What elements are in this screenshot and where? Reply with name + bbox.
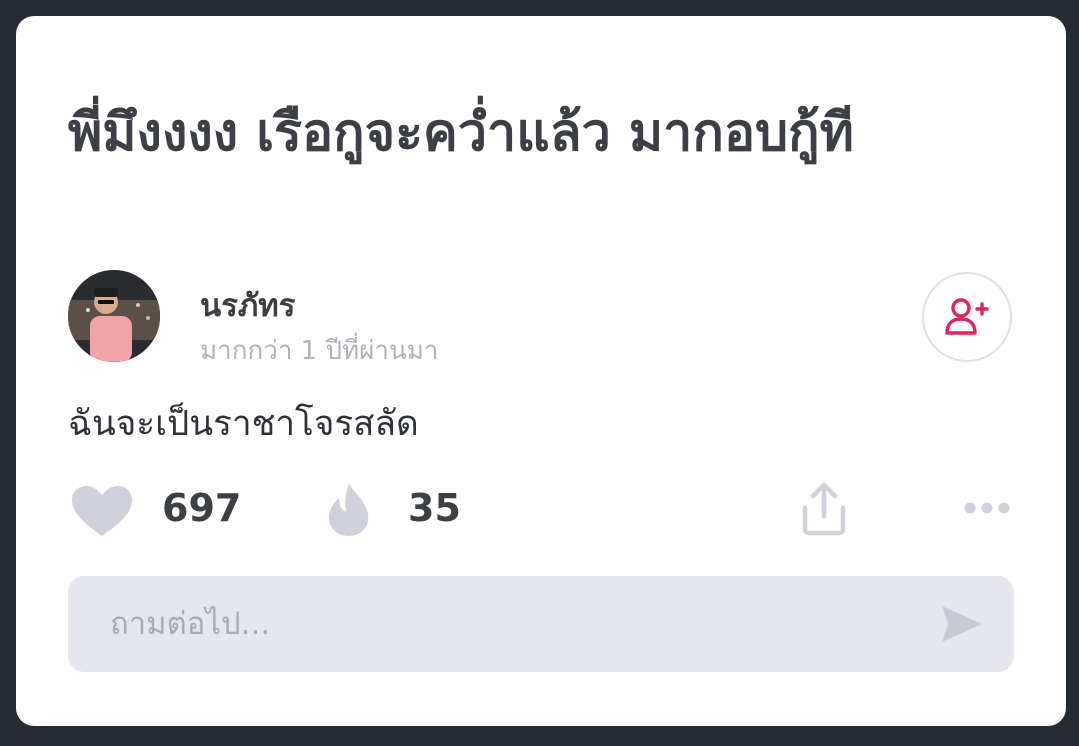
add-user-icon <box>945 298 989 335</box>
avatar[interactable] <box>68 270 160 362</box>
ask-input[interactable] <box>68 576 928 672</box>
share-icon <box>802 482 846 536</box>
author-name[interactable]: นรภัทร <box>200 280 295 330</box>
post-card: พี่มึงงงง เรือกูจะคว่ำแล้ว มากอบกู้ที นร… <box>16 16 1066 726</box>
follow-button[interactable] <box>922 272 1012 362</box>
fire-icon <box>329 484 369 536</box>
send-button[interactable] <box>938 600 986 652</box>
more-dots-icon <box>964 502 1010 514</box>
avatar-image <box>68 270 160 362</box>
post-title: พี่มึงงงง เรือกูจะคว่ำแล้ว มากอบกู้ที <box>68 103 854 163</box>
ask-box <box>68 576 1014 672</box>
like-button[interactable] <box>72 486 132 542</box>
share-button[interactable] <box>800 482 848 540</box>
post-body: ฉันจะเป็นราชาโจรสลัด <box>68 404 419 444</box>
post-timestamp: มากกว่า 1 ปีที่ผ่านมา <box>200 336 439 366</box>
fire-count: 35 <box>408 486 461 530</box>
fire-button[interactable] <box>326 482 372 542</box>
more-options-button[interactable] <box>962 500 1012 520</box>
heart-icon <box>72 486 132 536</box>
send-icon <box>942 606 982 642</box>
like-count: 697 <box>162 486 242 530</box>
